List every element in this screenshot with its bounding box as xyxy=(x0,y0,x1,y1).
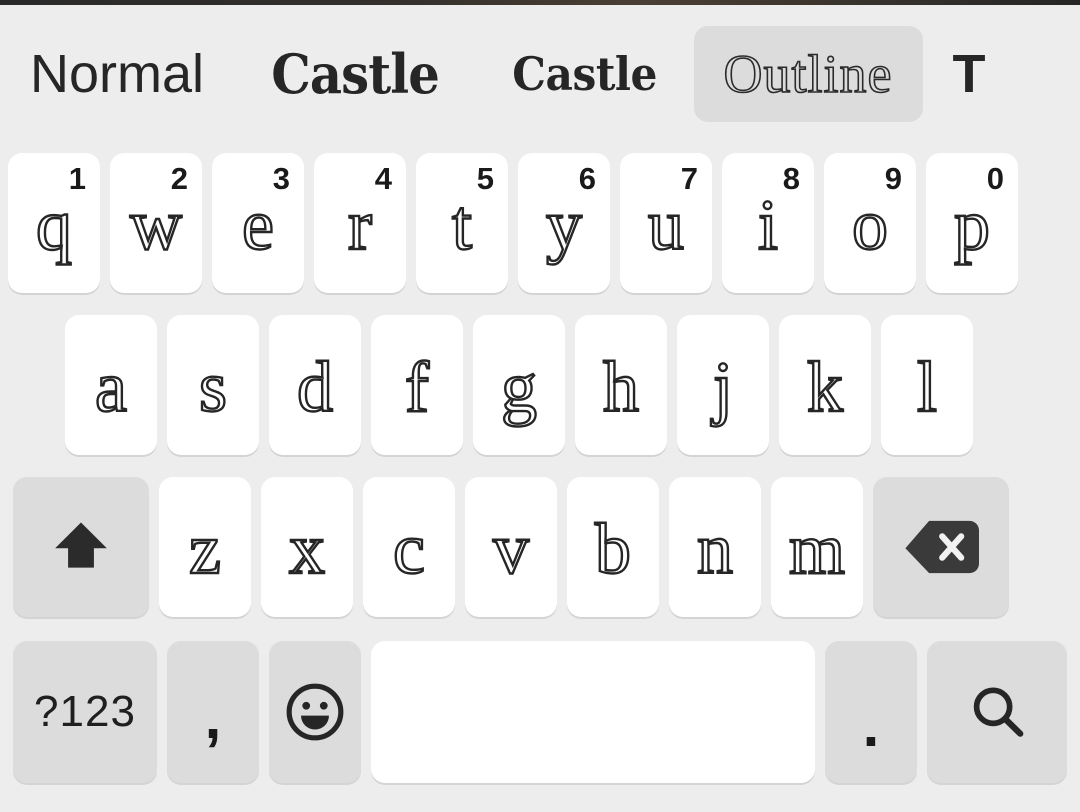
style-chip-outline[interactable]: Outline xyxy=(693,26,923,122)
key-hint: 8 xyxy=(782,161,800,196)
key-label: e xyxy=(241,185,275,265)
key-n[interactable]: n xyxy=(669,477,761,617)
key-hint: 5 xyxy=(476,161,494,196)
symbols-key-label: ?123 xyxy=(34,686,136,736)
key-label: d xyxy=(296,347,334,427)
key-label: b xyxy=(594,509,632,589)
emoji-key[interactable] xyxy=(269,640,361,783)
style-chip-partial[interactable]: T xyxy=(923,26,1016,122)
key-v[interactable]: v xyxy=(465,477,557,617)
key-hint: 4 xyxy=(374,161,392,196)
font-style-bar[interactable]: Normal Castle Castle Outline T xyxy=(0,5,1080,143)
style-chip-label: Outline xyxy=(723,43,893,105)
key-e[interactable]: 3 e xyxy=(212,153,304,293)
key-label: j xyxy=(712,347,734,427)
key-label: r xyxy=(347,185,373,265)
shift-key[interactable] xyxy=(13,477,149,617)
key-w[interactable]: 2 w xyxy=(110,153,202,293)
key-label: i xyxy=(757,185,779,265)
symbols-key[interactable]: ?123 xyxy=(13,640,157,783)
keyboard-row-1: 1 q 2 w 3 e 4 r 5 t 6 y 7 u 8 i 9 o 0 p xyxy=(0,148,1080,298)
key-d[interactable]: d xyxy=(269,315,361,455)
key-label: g xyxy=(500,347,538,427)
style-chip-castle-light[interactable]: Castle xyxy=(476,26,693,122)
key-l[interactable]: l xyxy=(881,315,973,455)
key-label: u xyxy=(647,185,685,265)
period-key[interactable]: . xyxy=(825,640,917,783)
key-label: y xyxy=(545,185,583,265)
key-label: q xyxy=(35,185,73,265)
key-label: s xyxy=(198,347,228,427)
key-label: t xyxy=(451,185,473,265)
style-chip-label: Castle xyxy=(512,47,658,101)
style-chip-castle-bold[interactable]: Castle xyxy=(234,26,476,122)
key-m[interactable]: m xyxy=(771,477,863,617)
emoji-smiley-icon xyxy=(286,683,344,740)
key-label: p xyxy=(953,185,991,265)
key-h[interactable]: h xyxy=(575,315,667,455)
key-s[interactable]: s xyxy=(167,315,259,455)
backspace-key[interactable] xyxy=(873,477,1009,617)
key-label: a xyxy=(94,347,128,427)
key-t[interactable]: 5 t xyxy=(416,153,508,293)
backspace-icon xyxy=(905,520,979,574)
key-label: o xyxy=(851,185,889,265)
style-chip-normal[interactable]: Normal xyxy=(0,26,234,122)
key-label: h xyxy=(602,347,640,427)
style-chip-label: T xyxy=(952,44,986,104)
key-label: f xyxy=(404,347,430,427)
key-label: w xyxy=(129,185,183,265)
key-x[interactable]: x xyxy=(261,477,353,617)
search-enter-key[interactable] xyxy=(927,640,1067,783)
key-label: v xyxy=(492,509,530,589)
search-icon xyxy=(973,686,1024,737)
key-o[interactable]: 9 o xyxy=(824,153,916,293)
comma-key[interactable]: , xyxy=(167,640,259,783)
style-chip-label: Castle xyxy=(271,42,440,106)
key-c[interactable]: c xyxy=(363,477,455,617)
key-label: m xyxy=(788,509,846,589)
key-a[interactable]: a xyxy=(65,315,157,455)
key-y[interactable]: 6 y xyxy=(518,153,610,293)
key-u[interactable]: 7 u xyxy=(620,153,712,293)
key-label: x xyxy=(288,509,326,589)
key-z[interactable]: z xyxy=(159,477,251,617)
key-g[interactable]: g xyxy=(473,315,565,455)
key-k[interactable]: k xyxy=(779,315,871,455)
virtual-keyboard[interactable]: 1 q 2 w 3 e 4 r 5 t 6 y 7 u 8 i 9 o 0 p … xyxy=(0,143,1080,812)
shift-arrow-icon xyxy=(55,522,107,568)
key-label: n xyxy=(696,509,734,589)
keyboard-row-4: ?123 , . xyxy=(0,634,1080,789)
keyboard-screen: Normal Castle Castle Outline T 1 q 2 w 3… xyxy=(0,0,1080,812)
style-chip-label: Normal xyxy=(30,44,205,104)
key-f[interactable]: f xyxy=(371,315,463,455)
keyboard-row-3: z x c v b n m xyxy=(0,472,1080,622)
key-p[interactable]: 0 p xyxy=(926,153,1018,293)
key-hint: 3 xyxy=(272,161,290,196)
key-r[interactable]: 4 r xyxy=(314,153,406,293)
key-label: c xyxy=(392,509,426,589)
key-j[interactable]: j xyxy=(677,315,769,455)
comma-key-label: , xyxy=(204,683,222,751)
space-key[interactable] xyxy=(371,640,815,783)
key-i[interactable]: 8 i xyxy=(722,153,814,293)
key-b[interactable]: b xyxy=(567,477,659,617)
keyboard-row-2: a s d f g h j k l xyxy=(0,310,1080,460)
key-label: z xyxy=(188,509,222,589)
period-key-label: . xyxy=(862,691,880,759)
key-q[interactable]: 1 q xyxy=(8,153,100,293)
key-label: k xyxy=(806,347,844,427)
key-label: l xyxy=(916,347,938,427)
